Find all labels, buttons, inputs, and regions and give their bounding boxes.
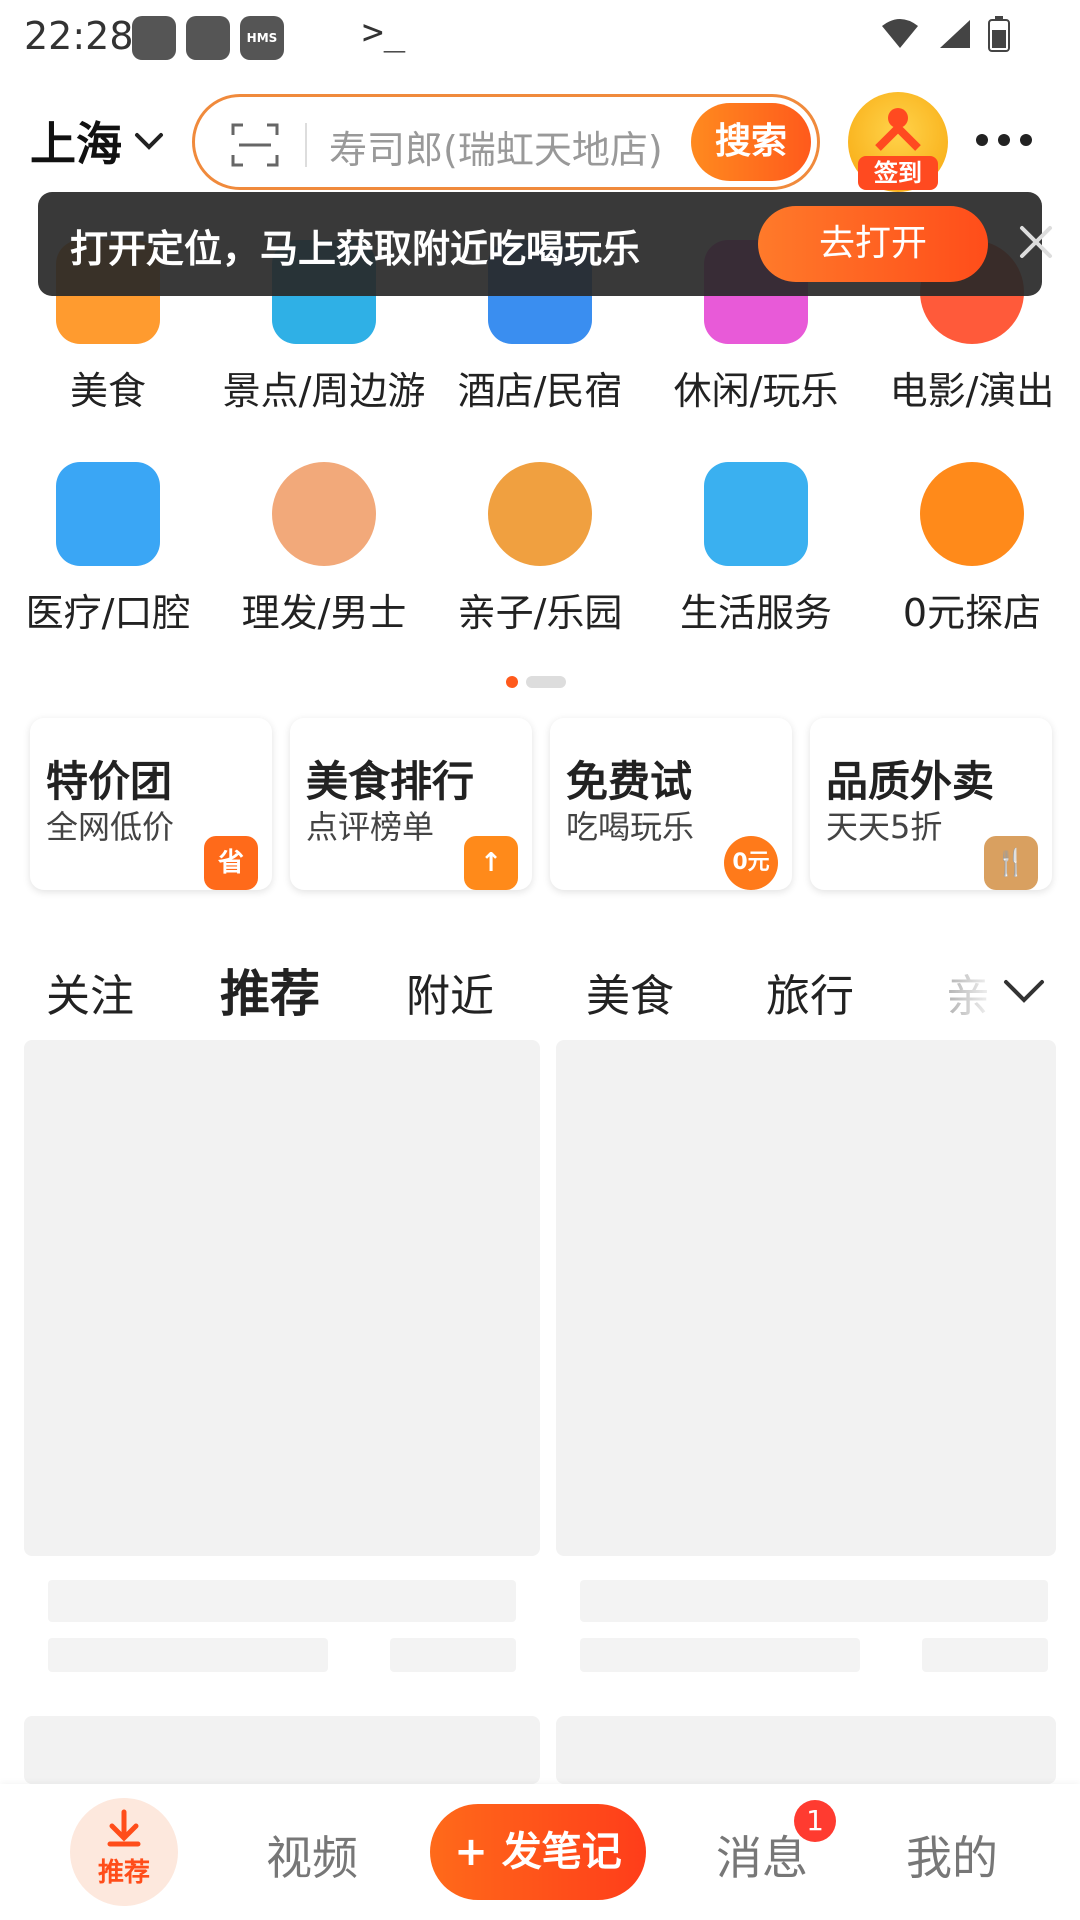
- nav-profile[interactable]: 我的: [906, 1822, 998, 1888]
- signal-icon: [940, 20, 970, 48]
- signin-button[interactable]: 签到: [848, 92, 948, 192]
- search-input[interactable]: 寿司郎(瑞虹天地店): [329, 119, 663, 174]
- category-label: 休闲/玩乐: [673, 369, 839, 413]
- category-label: 景点/周边游: [222, 369, 426, 413]
- signin-label: 签到: [858, 156, 938, 190]
- hms-icon: HMS: [240, 16, 284, 60]
- promo-subtitle: 天天5折: [826, 808, 943, 846]
- promo-card-free-trial[interactable]: 免费试 吃喝玩乐 0元: [550, 718, 792, 890]
- promo-subtitle: 全网低价: [46, 808, 175, 846]
- feed-card-placeholder: [24, 1040, 540, 1784]
- promo-title: 品质外卖: [826, 757, 995, 806]
- close-icon[interactable]: [1014, 220, 1058, 264]
- category-explore[interactable]: 0元探店: [864, 462, 1080, 637]
- barber-icon: [272, 462, 376, 566]
- toast-message: 打开定位，马上获取附近吃喝玩乐: [70, 227, 641, 271]
- city-label: 上海: [30, 117, 122, 171]
- nav-video[interactable]: 视频: [266, 1822, 358, 1888]
- nav-home-button[interactable]: 推荐: [70, 1798, 178, 1906]
- messages-badge: 1: [794, 1800, 836, 1842]
- category-parenting[interactable]: 亲子/乐园: [432, 462, 648, 637]
- wifi-icon: [882, 19, 918, 48]
- tab-food[interactable]: 美食: [586, 960, 674, 1024]
- category-label: 0元探店: [902, 591, 1042, 635]
- category-label: 理发/男士: [241, 591, 407, 635]
- category-label: 亲子/乐园: [457, 591, 623, 635]
- status-indicators: [880, 16, 1010, 52]
- city-selector[interactable]: 上海: [30, 108, 164, 174]
- takeout-bag-icon: 🍴: [984, 836, 1038, 890]
- life-service-icon: [704, 462, 808, 566]
- app-notification-icon: [132, 16, 176, 60]
- status-bar: 22:28 HMS >_: [0, 0, 1080, 80]
- promo-subtitle: 点评榜单: [306, 808, 435, 846]
- promo-cards: 特价团 全网低价 省 美食排行 点评榜单 ↑ 免费试 吃喝玩乐 0元 品质外卖 …: [30, 718, 1052, 890]
- promo-card-ranking[interactable]: 美食排行 点评榜单 ↑: [290, 718, 532, 890]
- chevron-down-icon: [135, 133, 163, 150]
- person-icon: [875, 108, 921, 151]
- category-label: 生活服务: [679, 591, 832, 635]
- promo-card-deal[interactable]: 特价团 全网低价 省: [30, 718, 272, 890]
- download-arrow-icon: [107, 1809, 141, 1847]
- category-life-service[interactable]: 生活服务: [648, 462, 864, 637]
- promo-title: 免费试: [566, 757, 693, 806]
- chevron-down-icon[interactable]: [1000, 974, 1048, 1008]
- bottom-nav: 推荐 视频 + 发笔记 消息 1 我的: [0, 1784, 1080, 1920]
- search-bar[interactable]: 寿司郎(瑞虹天地店) 搜索: [192, 94, 820, 190]
- status-time: 22:28: [24, 14, 134, 58]
- category-label: 酒店/民宿: [457, 369, 623, 413]
- tab-recommend[interactable]: 推荐: [218, 954, 322, 1028]
- category-barber[interactable]: 理发/男士: [216, 462, 432, 637]
- search-button[interactable]: 搜索: [691, 103, 811, 181]
- grid-page-indicator: [506, 676, 566, 688]
- terminal-icon: >_: [362, 12, 406, 53]
- top-header: 上海 寿司郎(瑞虹天地店) 搜索 签到: [0, 88, 1080, 198]
- promo-title: 特价团: [46, 757, 173, 806]
- category-label: 医疗/口腔: [25, 591, 191, 635]
- battery-icon: [988, 16, 1010, 52]
- app-notification-icon: [186, 16, 230, 60]
- tab-nearby[interactable]: 附近: [406, 960, 494, 1024]
- medical-icon: [56, 462, 160, 566]
- parenting-icon: [488, 462, 592, 566]
- category-medical[interactable]: 医疗/口腔: [0, 462, 216, 637]
- zero-yuan-icon: 0元: [724, 836, 778, 890]
- tab-travel[interactable]: 旅行: [766, 960, 854, 1024]
- search-divider: [305, 123, 307, 167]
- tab-follow[interactable]: 关注: [46, 960, 134, 1024]
- category-label: 美食: [69, 369, 146, 413]
- feed-card-placeholder: [556, 1040, 1072, 1784]
- toast-open-button[interactable]: 去打开: [758, 206, 988, 282]
- explore-icon: [920, 462, 1024, 566]
- feed-tabs: 关注 推荐 附近 美食 旅行 亲: [0, 950, 1080, 1030]
- nav-home-label: 推荐: [97, 1858, 150, 1888]
- promo-card-takeout[interactable]: 品质外卖 天天5折 🍴: [810, 718, 1052, 890]
- promo-subtitle: 吃喝玩乐: [566, 808, 695, 846]
- tab-fade: [940, 950, 1000, 1030]
- location-toast: 打开定位，马上获取附近吃喝玩乐 去打开: [38, 192, 1052, 296]
- post-note-button[interactable]: + 发笔记: [430, 1804, 646, 1900]
- more-menu-icon[interactable]: [976, 134, 1032, 146]
- category-label: 电影/演出: [889, 369, 1055, 413]
- arrow-up-icon: ↑: [464, 836, 518, 890]
- save-badge-icon: 省: [204, 836, 258, 890]
- nav-messages[interactable]: 消息: [716, 1822, 808, 1888]
- tab-recommend-label: 推荐: [220, 965, 320, 1023]
- promo-title: 美食排行: [306, 757, 475, 806]
- scan-icon[interactable]: [231, 121, 279, 169]
